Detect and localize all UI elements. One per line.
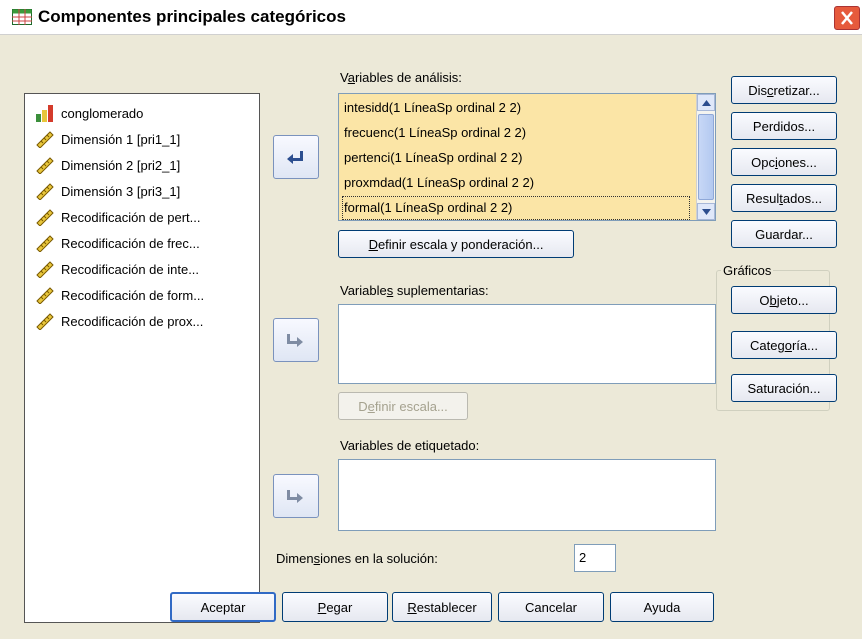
analysis-variables-list[interactable]: intesidd(1 LíneaSp ordinal 2 2) frecuenc(… — [338, 93, 716, 221]
arrow-left-icon — [287, 151, 303, 164]
source-variable-list[interactable]: conglomerado Dimensión 1 [pri1_1] Dimensió… — [24, 93, 260, 623]
reset-button[interactable]: Restablecer — [392, 592, 492, 622]
plots-legend: Gráficos — [723, 263, 772, 278]
close-icon — [841, 11, 853, 25]
move-to-analysis-button[interactable] — [273, 135, 319, 179]
source-variable-item[interactable]: Dimensión 3 [pri3_1] — [35, 178, 180, 204]
move-to-labeling-button[interactable] — [273, 474, 319, 518]
arrow-right-icon — [287, 334, 303, 347]
scroll-up-button[interactable] — [697, 94, 715, 111]
source-variable-item[interactable]: Recodificación de pert... — [35, 204, 200, 230]
source-variable-item[interactable]: Recodificación de prox... — [35, 308, 203, 334]
discretize-button[interactable]: Dis c retizar... — [731, 76, 837, 104]
scroll-down-button[interactable] — [697, 203, 715, 220]
source-variable-item[interactable]: Recodificación de form... — [35, 282, 204, 308]
source-variable-item[interactable]: Dimensión 1 [pri1_1] — [35, 126, 180, 152]
analysis-variable-item[interactable]: frecuenc(1 LíneaSp ordinal 2 2) — [342, 121, 690, 145]
dimensions-input[interactable]: 2 — [574, 544, 616, 572]
options-button[interactable]: Opc i ones... — [731, 148, 837, 176]
source-variable-label: conglomerado — [61, 105, 144, 121]
output-button[interactable]: Resul t ados... — [731, 184, 837, 212]
source-variable-label: Dimensión 3 [pri3_1] — [61, 183, 181, 199]
analysis-scrollbar[interactable] — [696, 94, 715, 220]
ruler-scale-icon — [35, 208, 55, 227]
cancel-button[interactable]: Cancelar — [498, 592, 604, 622]
plot-object-button[interactable]: Ob jeto... — [731, 286, 837, 314]
analysis-variables-label: Variables de análisis: — [340, 70, 462, 85]
arrow-right-icon — [287, 490, 303, 503]
analysis-variable-item[interactable]: proxmdad(1 LíneaSp ordinal 2 2) — [342, 171, 690, 195]
source-variable-item[interactable]: conglomerado — [35, 100, 143, 126]
source-variable-label: Recodificación de form... — [61, 287, 205, 303]
missing-button[interactable]: Perdidos... — [731, 112, 837, 140]
source-variable-item[interactable]: Recodificación de inte... — [35, 256, 199, 282]
labeling-variables-label: Variables de etiquetado: — [340, 438, 480, 453]
ruler-scale-icon — [35, 312, 55, 331]
paste-button[interactable]: Pegar — [282, 592, 388, 622]
title-bar: Componentes principales categóricos — [0, 0, 862, 35]
save-button[interactable]: Guardar... — [731, 220, 837, 248]
define-scale-weight-button[interactable]: Definir escala y ponderación... — [338, 230, 574, 258]
source-variable-item[interactable]: Dimensión 2 [pri2_1] — [35, 152, 180, 178]
plot-category-button[interactable]: Categ o ría... — [731, 331, 837, 359]
labeling-variables-list[interactable] — [338, 459, 716, 531]
plot-loading-button[interactable]: Saturación... — [731, 374, 837, 402]
table-grid-icon — [12, 9, 32, 25]
define-scale-button[interactable]: De finir escala... — [338, 392, 468, 420]
ruler-scale-icon — [35, 234, 55, 253]
source-variable-label: Recodificación de prox... — [61, 313, 204, 329]
analysis-variable-item[interactable]: formal(1 LíneaSp ordinal 2 2) — [342, 196, 690, 220]
ruler-scale-icon — [35, 182, 55, 201]
source-variable-label: Recodificación de inte... — [61, 261, 200, 277]
ruler-scale-icon — [35, 286, 55, 305]
move-to-supplementary-button[interactable] — [273, 318, 319, 362]
source-variable-label: Dimensión 1 [pri1_1] — [61, 131, 181, 147]
ruler-scale-icon — [35, 260, 55, 279]
triangle-down-icon — [701, 208, 711, 215]
triangle-up-icon — [701, 99, 711, 106]
source-variable-label: Dimensión 2 [pri2_1] — [61, 157, 181, 173]
source-variable-item[interactable]: Recodificación de frec... — [35, 230, 200, 256]
supplementary-variables-list[interactable] — [338, 304, 716, 384]
analysis-variable-item[interactable]: pertenci(1 LíneaSp ordinal 2 2) — [342, 146, 690, 170]
analysis-variable-item[interactable]: intesidd(1 LíneaSp ordinal 2 2) — [342, 96, 690, 120]
window-title: Componentes principales categóricos — [38, 7, 346, 26]
ruler-scale-icon — [35, 130, 55, 149]
source-variable-label: Recodificación de pert... — [61, 209, 201, 225]
ruler-scale-icon — [35, 156, 55, 175]
scroll-thumb[interactable] — [698, 114, 714, 200]
help-button[interactable]: Ayuda — [610, 592, 714, 622]
close-button[interactable] — [834, 6, 860, 30]
source-variable-label: Recodificación de frec... — [61, 235, 200, 251]
supplementary-variables-label: Variables suplementarias: — [340, 283, 489, 298]
nominal-bar-icon — [35, 104, 55, 122]
dimensions-label: Dimensiones en la solución: — [276, 551, 438, 566]
ok-button[interactable]: Aceptar — [170, 592, 276, 622]
